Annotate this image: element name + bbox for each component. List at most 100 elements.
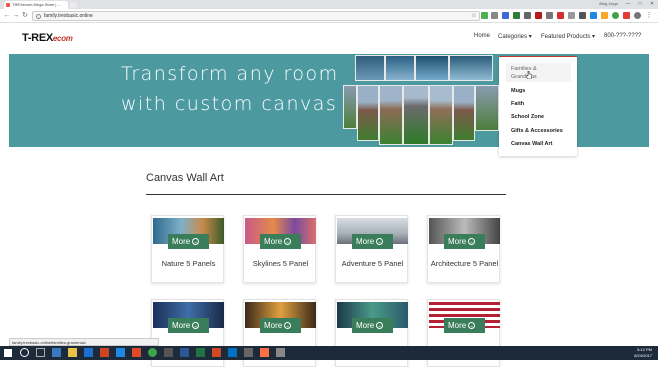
windows-start-icon[interactable] <box>4 349 12 357</box>
product-name[interactable]: Adventure 5 Panel <box>336 260 409 268</box>
nav-featured-label: Featured Products <box>541 34 591 40</box>
hero-line-1: Transform any room <box>121 63 339 85</box>
app-icon[interactable] <box>100 348 109 357</box>
more-button[interactable]: More ⌄ <box>260 234 301 249</box>
app-icon[interactable] <box>276 348 285 357</box>
word-icon[interactable] <box>180 348 189 357</box>
extension-icon[interactable] <box>557 12 564 19</box>
extension-icon[interactable] <box>623 12 630 19</box>
minimize-button[interactable]: — <box>622 0 634 9</box>
extension-icon[interactable] <box>513 12 520 19</box>
hero-canvas-image <box>343 55 501 145</box>
stadium-panel <box>453 85 475 141</box>
product-card[interactable]: More ⌄ Nature 5 Panels <box>151 215 224 283</box>
extension-icon[interactable] <box>546 12 553 19</box>
product-card[interactable]: More ⌄ Adventure 5 Panel <box>335 215 408 283</box>
extension-icon[interactable] <box>491 12 498 19</box>
clock-date: 8/24/2017 <box>634 353 652 358</box>
stadium-panel <box>403 85 429 145</box>
logo-text: T-REX <box>22 32 53 44</box>
nav-categories[interactable]: Categories ▾ <box>498 33 532 40</box>
extension-icon[interactable] <box>535 12 542 19</box>
more-label: More <box>264 321 283 330</box>
bookmark-star-icon[interactable]: ☆ <box>470 12 478 20</box>
new-tab-button[interactable] <box>70 2 77 8</box>
product-name[interactable]: Skylines 5 Panel <box>244 260 317 268</box>
nav-home[interactable]: Home <box>474 33 490 39</box>
app-icon[interactable] <box>260 348 269 357</box>
address-url[interactable]: family.trexbasic.online <box>44 12 93 21</box>
section-title: Canvas Wall Art <box>146 172 224 184</box>
dropdown-item-school-zone[interactable]: School Zone <box>511 114 544 120</box>
chevron-down-icon: ⌄ <box>284 322 292 330</box>
browser-tab[interactable]: TREXecom Mega Store | ... <box>4 1 68 9</box>
product-name[interactable]: Nature 5 Panels <box>152 260 225 268</box>
forward-icon[interactable]: → <box>12 12 20 20</box>
more-label: More <box>448 237 467 246</box>
more-button[interactable]: More ⌄ <box>352 318 393 333</box>
info-icon[interactable] <box>36 14 41 19</box>
product-name[interactable]: Architecture 5 Panel <box>428 260 501 268</box>
dropdown-item-gifts[interactable]: Gifts & Accessories <box>511 128 563 134</box>
outlook-icon[interactable] <box>228 348 237 357</box>
extension-icon[interactable] <box>502 12 509 19</box>
browser-user-label[interactable]: Blog Jeppi <box>599 1 618 6</box>
powerpoint-icon[interactable] <box>212 348 221 357</box>
extension-icon[interactable] <box>481 12 488 19</box>
stadium-panel <box>357 85 379 141</box>
hero-line-2: with custom canvas art <box>121 93 377 115</box>
extension-icon[interactable] <box>524 12 531 19</box>
browser-menu-icon[interactable]: ⋮ <box>645 12 653 20</box>
extension-icon[interactable] <box>579 12 586 19</box>
more-button[interactable]: More ⌄ <box>444 234 485 249</box>
app-icon[interactable] <box>244 348 253 357</box>
address-bar[interactable]: family.trexbasic.online <box>32 11 480 21</box>
dropdown-item-canvas-wall-art[interactable]: Canvas Wall Art <box>511 141 552 147</box>
edge-icon[interactable] <box>52 348 61 357</box>
chevron-down-icon: ⌄ <box>468 238 476 246</box>
dropdown-item-faith[interactable]: Faith <box>511 101 524 107</box>
folder-icon[interactable] <box>68 348 77 357</box>
browser-tab-title: TREXecom Mega Store | ... <box>12 2 61 7</box>
system-clock[interactable]: 5:12 PM 8/24/2017 <box>634 347 652 359</box>
task-view-icon[interactable] <box>36 348 45 357</box>
dropdown-item-mugs[interactable]: Mugs <box>511 88 525 94</box>
chevron-down-icon: ▾ <box>592 34 596 40</box>
more-button[interactable]: More ⌄ <box>260 318 301 333</box>
app-icon[interactable] <box>132 348 141 357</box>
extension-icon[interactable] <box>590 12 597 19</box>
wave-panel <box>449 55 493 81</box>
app-icon[interactable] <box>164 348 173 357</box>
product-card[interactable]: More ⌄ Skylines 5 Panel <box>243 215 316 283</box>
more-button[interactable]: More ⌄ <box>168 234 209 249</box>
stadium-panel <box>379 85 403 145</box>
product-card[interactable]: More ⌄ Architecture 5 Panel <box>427 215 500 283</box>
extension-icon[interactable] <box>568 12 575 19</box>
site-logo[interactable]: T-REXecom <box>22 32 73 44</box>
stadium-panel <box>343 85 357 129</box>
nav-categories-label: Categories <box>498 34 528 40</box>
section-divider <box>146 194 506 195</box>
status-bar-url: family.trexbasic.online/families-grandma… <box>9 338 159 346</box>
store-icon[interactable] <box>84 348 93 357</box>
extension-icon[interactable] <box>601 12 608 19</box>
search-icon[interactable] <box>20 348 29 357</box>
app-icon[interactable] <box>116 348 125 357</box>
chevron-down-icon: ⌄ <box>192 322 200 330</box>
settings-icon[interactable] <box>634 12 641 19</box>
nav-featured-products[interactable]: Featured Products ▾ <box>541 33 595 40</box>
more-label: More <box>172 237 191 246</box>
excel-icon[interactable] <box>196 348 205 357</box>
browser-tab-strip: TREXecom Mega Store | ... Blog Jeppi — □… <box>0 0 658 9</box>
chrome-icon[interactable] <box>148 348 157 357</box>
close-window-button[interactable]: ✕ <box>646 0 658 9</box>
hand-cursor-icon <box>526 71 532 79</box>
more-button[interactable]: More ⌄ <box>168 318 209 333</box>
extension-icon[interactable] <box>612 12 619 19</box>
more-button[interactable]: More ⌄ <box>352 234 393 249</box>
maximize-button[interactable]: □ <box>634 0 646 9</box>
more-button[interactable]: More ⌄ <box>444 318 485 333</box>
back-icon[interactable]: ← <box>3 12 11 20</box>
reload-icon[interactable]: ↻ <box>21 12 29 20</box>
nav-phone[interactable]: 800-???-???? <box>604 33 641 39</box>
